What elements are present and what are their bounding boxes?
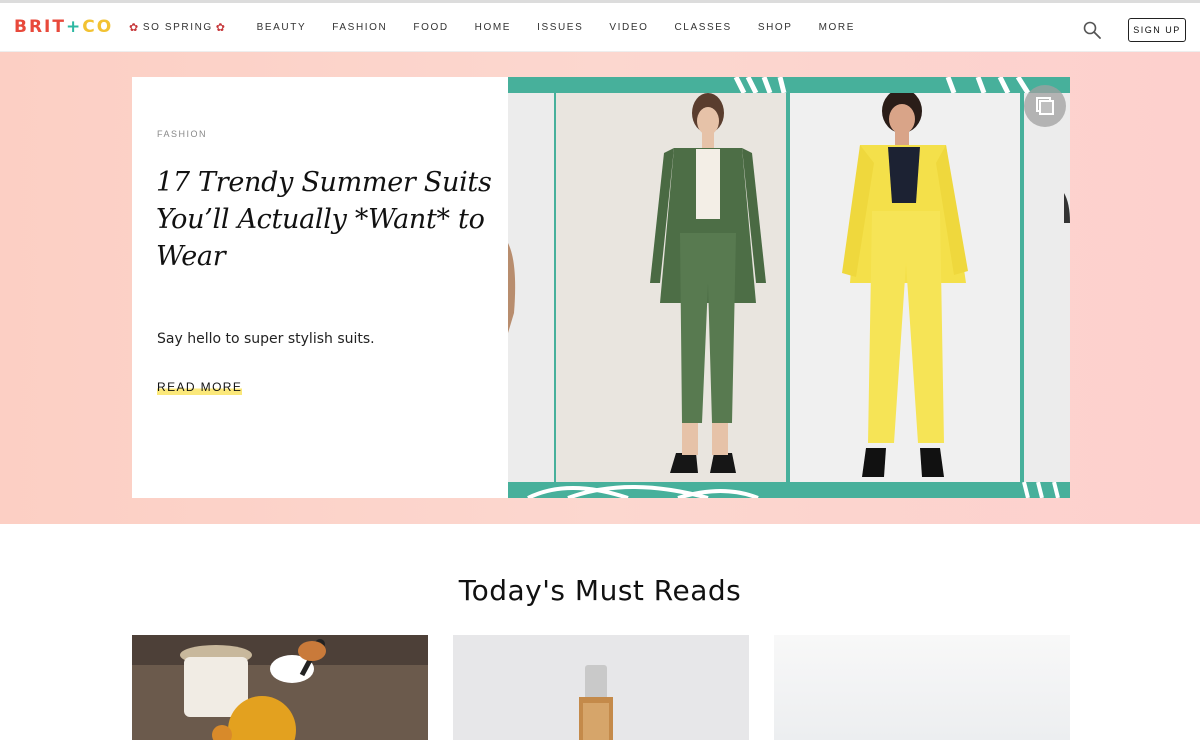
- sign-up-button[interactable]: SIGN UP: [1128, 18, 1186, 42]
- nav-item-classes[interactable]: CLASSES: [674, 22, 731, 33]
- nav-item-more[interactable]: MORE: [819, 22, 855, 33]
- flower-icon: ✿: [129, 22, 140, 34]
- brit-co-logo[interactable]: BRIT+CO: [14, 17, 113, 37]
- gallery-panel-green-suit: [556, 93, 786, 482]
- hero-text-card[interactable]: FASHION 17 Trendy Summer Suits You’ll Ac…: [132, 77, 508, 498]
- article-dek: Say hello to super stylish suits.: [157, 331, 375, 347]
- read-more-link[interactable]: READ MORE: [157, 380, 243, 395]
- search-icon[interactable]: [1083, 21, 1101, 39]
- partial-figure: [1064, 193, 1070, 223]
- decorative-stripes-bottom: [508, 482, 1070, 498]
- nav-item-beauty[interactable]: BEAUTY: [257, 22, 307, 33]
- must-reads-title: Today's Must Reads: [458, 574, 742, 607]
- nav-item-fashion[interactable]: FASHION: [332, 22, 387, 33]
- model-green-suit: [650, 93, 766, 473]
- card-1-image: [132, 635, 428, 740]
- gallery-button[interactable]: [1024, 85, 1066, 127]
- must-read-card-3[interactable]: [774, 635, 1070, 740]
- nav-item-food[interactable]: FOOD: [413, 22, 448, 33]
- article-category[interactable]: FASHION: [157, 129, 207, 139]
- must-read-card-2[interactable]: [453, 635, 749, 740]
- flower-icon: ✿: [215, 22, 227, 34]
- gallery-panel-right: [1024, 93, 1070, 482]
- nav-item-shop[interactable]: SHOP: [758, 22, 793, 33]
- hero-feature: FASHION 17 Trendy Summer Suits You’ll Ac…: [0, 52, 1200, 524]
- nav-item-so-spring[interactable]: ✿ SO SPRING ✿: [126, 21, 230, 34]
- main-nav: ✿ SO SPRING ✿ BEAUTY FASHION FOOD HOME I…: [126, 21, 881, 34]
- card-2-image: [453, 635, 749, 740]
- hero-image[interactable]: [508, 77, 1070, 498]
- logo-part-co: CO: [82, 17, 114, 37]
- article-headline[interactable]: 17 Trendy Summer Suits You’ll Actually *…: [156, 164, 496, 275]
- top-navigation: BRIT+CO ✿ SO SPRING ✿ BEAUTY FASHION FOO…: [0, 0, 1200, 52]
- nav-item-label: SO SPRING: [142, 22, 213, 33]
- plaid-figure: [508, 243, 516, 333]
- nav-item-issues[interactable]: ISSUES: [537, 22, 583, 33]
- logo-plus: +: [65, 17, 83, 37]
- model-yellow-suit: [842, 89, 968, 477]
- nav-item-home[interactable]: HOME: [475, 22, 511, 33]
- gallery-panel-yellow-suit: [790, 89, 1020, 482]
- must-read-card-1[interactable]: [132, 635, 428, 740]
- decorative-stripes-top: [508, 77, 1070, 93]
- gallery-panel-left: [508, 93, 554, 482]
- nav-item-video[interactable]: VIDEO: [609, 22, 648, 33]
- logo-part-brit: BRIT: [14, 17, 66, 37]
- gallery-icon: [1036, 97, 1054, 115]
